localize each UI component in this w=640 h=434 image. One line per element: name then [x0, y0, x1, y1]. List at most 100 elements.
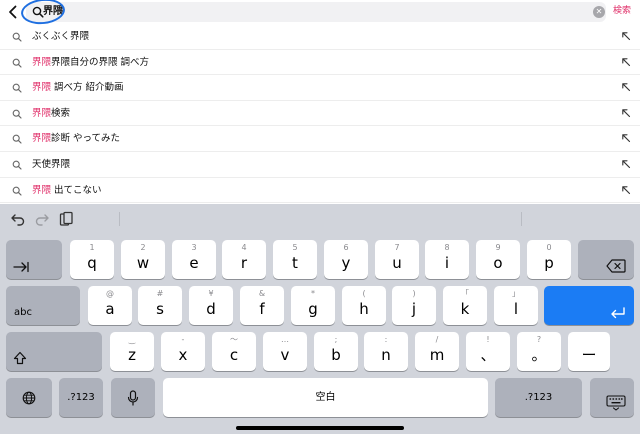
suggestion-item[interactable]: 界隈界隈自分の界隈 調べ方: [0, 50, 640, 76]
arrow-up-left-icon[interactable]: [621, 108, 631, 118]
abc-key-label: abc: [14, 307, 32, 318]
key-primary-label: r: [240, 254, 248, 272]
search-query-text: 界隈: [43, 6, 63, 17]
key-row3-5[interactable]: :n: [364, 332, 408, 371]
suggestion-rest: 診断 やってみた: [51, 133, 121, 145]
arrow-up-left-icon[interactable]: [621, 159, 631, 169]
undo-icon[interactable]: [10, 211, 26, 227]
redo-icon[interactable]: [34, 211, 50, 227]
key-secondary-label: ): [412, 289, 416, 298]
dictation-key[interactable]: [111, 378, 155, 417]
suggestion-item[interactable]: 界隈 出てこない: [0, 178, 640, 204]
software-keyboard: abc .?123 空白 .?123 1 q 2 w 3 e 4 r 5 t 6…: [0, 204, 640, 434]
key-primary-label: w: [136, 254, 150, 272]
key-row1-3[interactable]: 4r: [222, 240, 266, 279]
chevron-left-icon[interactable]: [4, 3, 22, 21]
key-row2-7[interactable]: 「k: [443, 286, 487, 325]
key-secondary-label: 6: [343, 243, 349, 252]
key-row2-5[interactable]: (h: [342, 286, 386, 325]
key-row1-8[interactable]: 9o: [476, 240, 520, 279]
clipboard-icon[interactable]: [58, 211, 74, 227]
hide-keyboard-key[interactable]: [590, 378, 634, 417]
arrow-up-left-icon[interactable]: [621, 57, 631, 67]
key-row1-4[interactable]: 5t: [273, 240, 317, 279]
key-row3-9[interactable]: ー: [568, 332, 610, 371]
arrow-up-left-icon[interactable]: [621, 185, 631, 195]
key-row3-6[interactable]: / m: [415, 332, 459, 371]
key-row2-1[interactable]: # s: [138, 286, 182, 325]
key-row2-2[interactable]: ¥ d: [189, 286, 233, 325]
key-row2-8[interactable]: 」 l: [494, 286, 538, 325]
suggestion-text: 界隈 調べ方 紹介動画: [32, 80, 124, 95]
numbers-key-left[interactable]: .?123: [59, 378, 103, 417]
arrow-up-left-icon[interactable]: [621, 31, 631, 41]
suggestion-text: 界隈 出てこない: [32, 183, 102, 198]
key-primary-label: d: [206, 300, 216, 318]
delete-backward-icon: [606, 259, 626, 273]
key-secondary-label: 1: [89, 243, 95, 252]
key-row3-4[interactable]: ; b: [314, 332, 358, 371]
key-row1-1[interactable]: 2w: [121, 240, 165, 279]
key-secondary-label: ¥: [208, 289, 214, 298]
suggestion-item[interactable]: ぶくぶく界隈: [0, 24, 640, 50]
suggestion-text: 界隈界隈自分の界隈 調べ方: [32, 55, 149, 70]
key-secondary-label: 「: [461, 289, 469, 298]
magnifier-icon: [12, 135, 22, 144]
key-primary-label: a: [105, 300, 115, 318]
key-row3-2[interactable]: 〜 c: [212, 332, 256, 371]
numbers-key-right[interactable]: .?123: [495, 378, 582, 417]
suggestion-item[interactable]: 界隈検索: [0, 101, 640, 127]
key-row1-9[interactable]: 0p: [527, 240, 571, 279]
shift-key[interactable]: [6, 332, 102, 371]
key-row1-0[interactable]: 1q: [70, 240, 114, 279]
key-row3-7[interactable]: !、: [466, 332, 510, 371]
suggestion-text: ぶくぶく界隈: [32, 29, 89, 44]
key-secondary-label: 」: [512, 289, 520, 298]
suggestion-rest: 界隈自分の界隈 調べ方: [51, 56, 150, 68]
space-key[interactable]: 空白: [163, 378, 488, 417]
key-primary-label: g: [308, 300, 318, 318]
delete-key[interactable]: [578, 240, 634, 279]
abc-key[interactable]: abc: [6, 286, 80, 325]
key-secondary-label: (: [362, 289, 366, 298]
suggestion-item[interactable]: 界隈 調べ方 紹介動画: [0, 75, 640, 101]
key-row2-3[interactable]: & f: [240, 286, 284, 325]
suggestion-item[interactable]: 天使界隈: [0, 152, 640, 178]
clear-x-icon[interactable]: ✕: [593, 6, 605, 18]
key-row2-6[interactable]: ) j: [392, 286, 436, 325]
magnifier-icon: [12, 109, 22, 119]
key-primary-label: t: [292, 254, 298, 272]
tab-key[interactable]: [6, 240, 62, 279]
key-row3-1[interactable]: -x: [161, 332, 205, 371]
key-row1-5[interactable]: 6y: [324, 240, 368, 279]
key-row3-0[interactable]: ‿ z: [110, 332, 154, 371]
return-key[interactable]: [544, 286, 634, 325]
key-row3-8[interactable]: ?。: [517, 332, 561, 371]
key-row2-4[interactable]: * g: [291, 286, 335, 325]
key-primary-label: l: [513, 300, 519, 318]
key-primary-label: h: [359, 300, 369, 318]
suggestion-rest: 検索: [51, 107, 71, 119]
suggestion-highlight: 界隈: [32, 133, 52, 145]
key-primary-label: j: [411, 300, 417, 318]
key-row1-6[interactable]: 7u: [375, 240, 419, 279]
suggestion-rest: 調べ方 紹介動画: [51, 82, 124, 94]
search-button[interactable]: 検索: [613, 4, 631, 18]
key-row1-7[interactable]: 8i: [425, 240, 469, 279]
suggestion-item[interactable]: 界隈診断 やってみた: [0, 126, 640, 152]
key-secondary-label: @: [106, 289, 114, 298]
key-secondary-label: -: [181, 335, 185, 344]
key-primary-label: ー: [581, 346, 597, 364]
arrow-up-left-icon[interactable]: [621, 133, 631, 143]
key-row2-0[interactable]: @ a: [88, 286, 132, 325]
key-row1-2[interactable]: 3e: [172, 240, 216, 279]
search-input[interactable]: 界隈 ✕: [26, 2, 606, 22]
key-secondary-label: 3: [191, 243, 197, 252]
key-primary-label: n: [381, 346, 391, 364]
globe-key[interactable]: [6, 378, 52, 417]
key-primary-label: c: [229, 346, 239, 364]
key-row3-3[interactable]: … v: [263, 332, 307, 371]
suggestion-list: ぶくぶく界隈 界隈界隈自分の界隈 調べ方 界隈 調べ方 紹介動画 界隈検索 界隈診断 や…: [0, 24, 640, 204]
arrow-up-left-icon[interactable]: [621, 82, 631, 92]
magnifier-icon: [12, 160, 22, 170]
